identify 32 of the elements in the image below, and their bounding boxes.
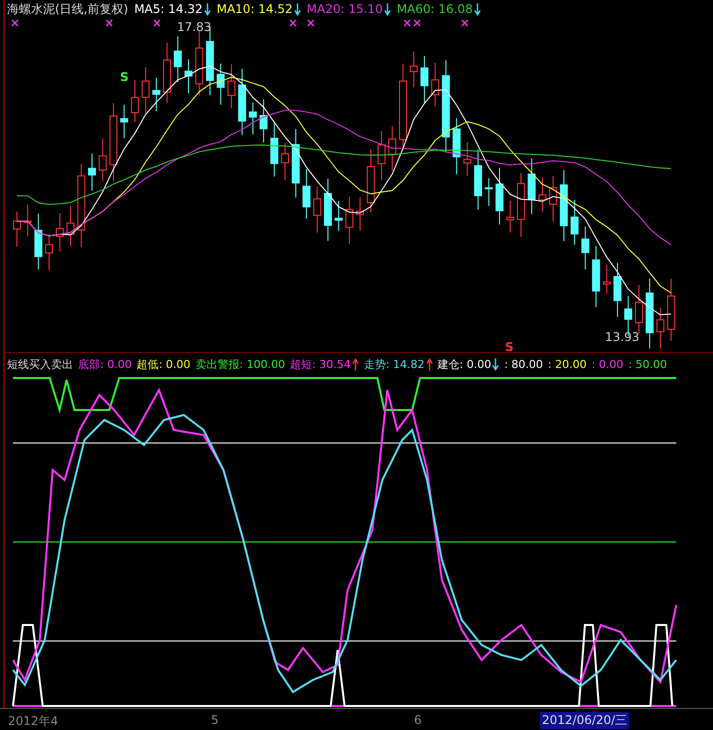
cross-marker: [153, 19, 160, 27]
legend-label: MA20: 15.10: [306, 2, 383, 16]
legend-label: 走势: 14.82: [364, 357, 425, 372]
signal-marker: S: [120, 70, 129, 84]
high-price-label: 17.83: [177, 20, 212, 34]
signal-marker: S: [505, 340, 514, 354]
axis-label: 6: [414, 713, 422, 727]
legend-label: 底部: 0.00: [78, 357, 132, 372]
legend-label: MA5: 14.32: [134, 2, 203, 16]
cross-marker: [11, 19, 18, 27]
cross-marker: [414, 19, 421, 27]
cross-marker: [106, 19, 113, 27]
cross-marker: [404, 19, 411, 27]
low-price-label: 13.93: [605, 330, 640, 344]
legend-label: : 80.00: [504, 358, 543, 371]
indicator-title: 短线买入卖出: [7, 357, 73, 372]
chart-title: 海螺水泥(日线,前复权): [7, 0, 128, 18]
legend-label: : 20.00: [548, 358, 587, 371]
legend-label: 超低: 0.00: [136, 357, 190, 372]
cursor-date-label: 2012/06/20/三: [540, 712, 630, 729]
cross-marker: [307, 19, 314, 27]
legend-label: : 0.00: [592, 358, 624, 371]
legend-label: MA10: 14.52: [216, 2, 293, 16]
legend-label: : 50.00: [628, 358, 668, 371]
axis-label: 2012年4: [8, 713, 58, 730]
legend-label: 建仓: 0.00: [438, 357, 492, 372]
legend-label: 卖出警报: 100.00: [195, 357, 286, 372]
cross-marker: [289, 19, 296, 27]
axis-label: 5: [211, 713, 219, 727]
legend-label: MA60: 16.08: [396, 2, 473, 16]
legend-label: 超短: 30.54: [290, 357, 351, 372]
cross-marker: [461, 19, 468, 27]
